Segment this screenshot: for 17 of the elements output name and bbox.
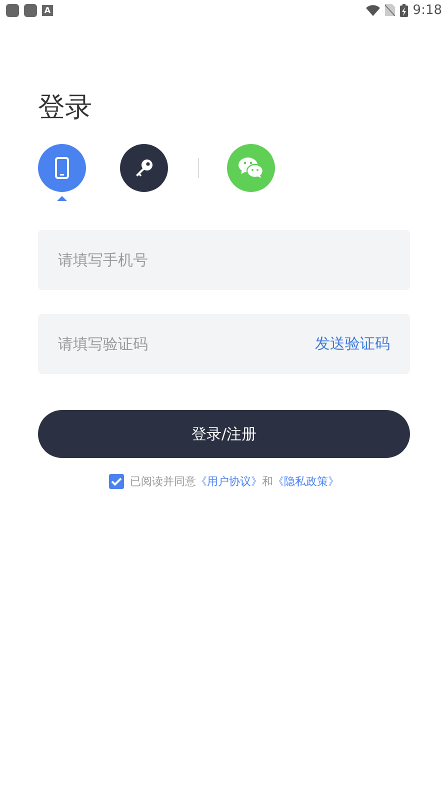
phone-field[interactable]: 请填写手机号 <box>38 230 410 290</box>
notification-icon <box>24 4 37 16</box>
agreement-checkbox[interactable] <box>109 474 124 489</box>
login-button[interactable]: 登录/注册 <box>38 410 410 458</box>
clock: 9:18 <box>412 2 442 18</box>
send-code-link[interactable]: 发送验证码 <box>315 334 390 354</box>
chat-bubbles-icon <box>237 156 265 180</box>
wifi-icon <box>366 4 380 16</box>
no-sim-icon <box>384 4 395 16</box>
privacy-policy-link[interactable]: 《隐私政策》 <box>273 475 339 488</box>
notification-letter: A <box>42 4 53 16</box>
agreement-text: 已阅读并同意《用户协议》和《隐私政策》 <box>130 474 339 489</box>
page-title: 登录 <box>38 91 93 125</box>
user-agreement-link[interactable]: 《用户协议》 <box>196 475 262 488</box>
notification-icon <box>6 4 19 16</box>
phone-icon <box>55 157 69 179</box>
battery-icon <box>400 4 408 16</box>
